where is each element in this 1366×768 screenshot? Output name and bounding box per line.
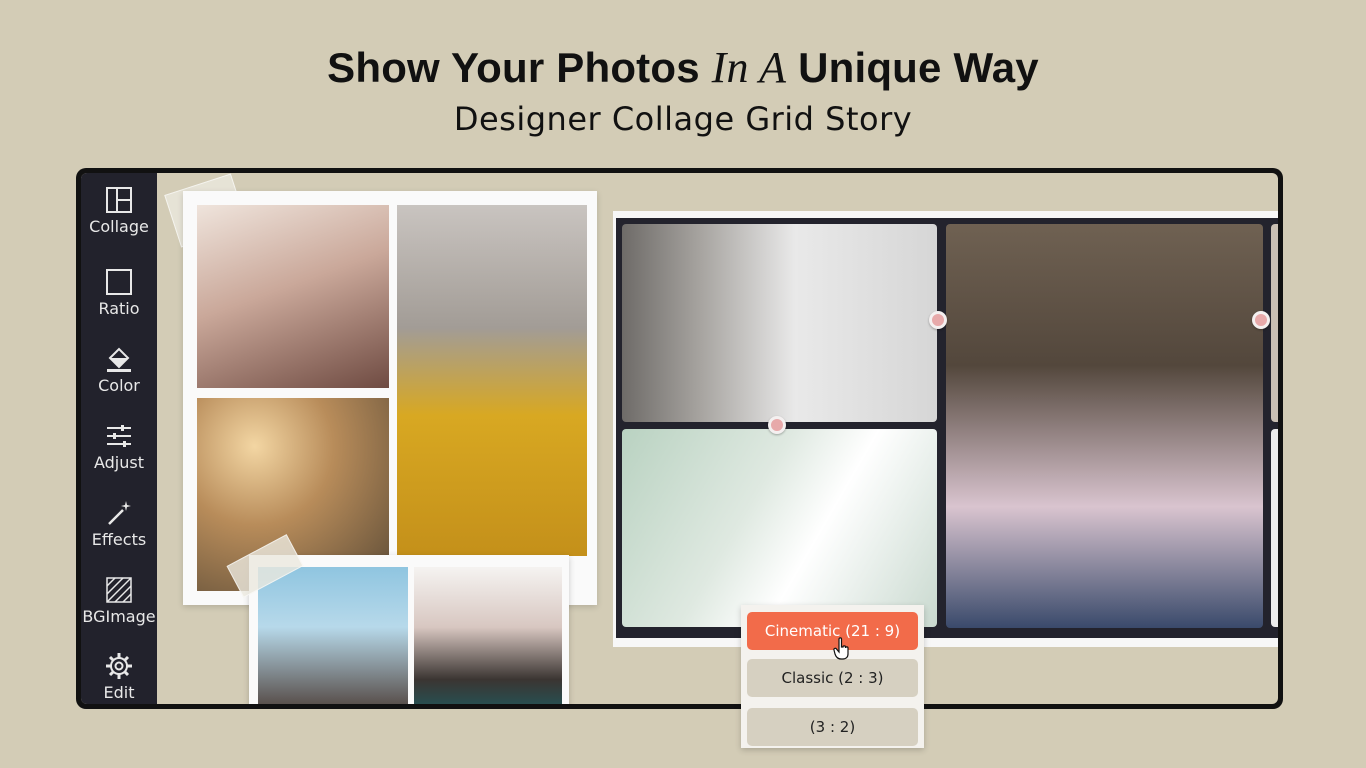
sidebar-item-label: BGImage (82, 607, 156, 626)
paint-bucket-icon (107, 347, 131, 372)
sidebar-item-ratio[interactable]: Ratio (81, 261, 157, 327)
sidebar-item-label: Collage (89, 217, 149, 236)
app-screen: Collage Ratio Color Adjust Effects BGIma… (81, 173, 1278, 704)
app-window: Collage Ratio Color Adjust Effects BGIma… (76, 168, 1283, 709)
collage-photo[interactable] (946, 224, 1263, 628)
collage-photo[interactable] (622, 224, 937, 422)
hatched-pattern-icon (106, 577, 132, 603)
collage-photo[interactable] (414, 567, 562, 704)
resize-handle[interactable] (1252, 311, 1270, 329)
headline-part-2: Unique Way (786, 44, 1039, 91)
collage-photo[interactable] (1271, 429, 1278, 627)
collage-frame-right[interactable] (613, 211, 1278, 647)
page-headline: Show Your Photos In A Unique Way (0, 42, 1366, 93)
collage-photo[interactable] (258, 567, 408, 704)
tool-sidebar: Collage Ratio Color Adjust Effects BGIma… (81, 173, 157, 704)
headline-italic: In A (711, 43, 787, 92)
ratio-option-classic[interactable]: Classic (2 : 3) (747, 659, 918, 697)
magic-wand-icon (108, 501, 131, 525)
resize-handle[interactable] (929, 311, 947, 329)
sidebar-item-label: Ratio (98, 299, 140, 318)
sidebar-item-label: Edit (103, 683, 135, 702)
gear-icon (106, 653, 132, 679)
collage-photo[interactable] (1271, 224, 1278, 422)
sidebar-item-effects[interactable]: Effects (81, 492, 157, 558)
sliders-icon (107, 425, 131, 447)
headline-part-1: Show Your Photos (327, 44, 712, 91)
sidebar-item-collage[interactable]: Collage (81, 179, 157, 245)
sidebar-item-label: Effects (91, 530, 147, 549)
resize-handle[interactable] (768, 416, 786, 434)
collage-photo[interactable] (622, 429, 937, 627)
collage-photo[interactable] (197, 205, 389, 388)
collage-photo[interactable] (397, 205, 587, 556)
collage-frame-bottom[interactable] (249, 555, 569, 704)
sidebar-item-adjust[interactable]: Adjust (81, 415, 157, 481)
collage-grid-icon (106, 187, 132, 213)
sidebar-item-label: Color (98, 376, 140, 395)
page-subtitle: Designer Collage Grid Story (453, 100, 913, 138)
hand-cursor-icon (833, 637, 849, 660)
sidebar-item-label: Adjust (93, 453, 144, 472)
sidebar-item-edit[interactable]: Edit (81, 645, 157, 704)
collage-grid (616, 218, 1278, 638)
sidebar-item-color[interactable]: Color (81, 338, 157, 404)
sidebar-item-bgimage[interactable]: BGImage (81, 569, 157, 635)
ratio-option-3-2[interactable]: (3 : 2) (747, 708, 918, 746)
square-ratio-icon (106, 269, 132, 295)
collage-frame-left[interactable] (183, 191, 597, 605)
ratio-menu: Cinematic (21 : 9) Classic (2 : 3) (3 : … (741, 605, 924, 748)
